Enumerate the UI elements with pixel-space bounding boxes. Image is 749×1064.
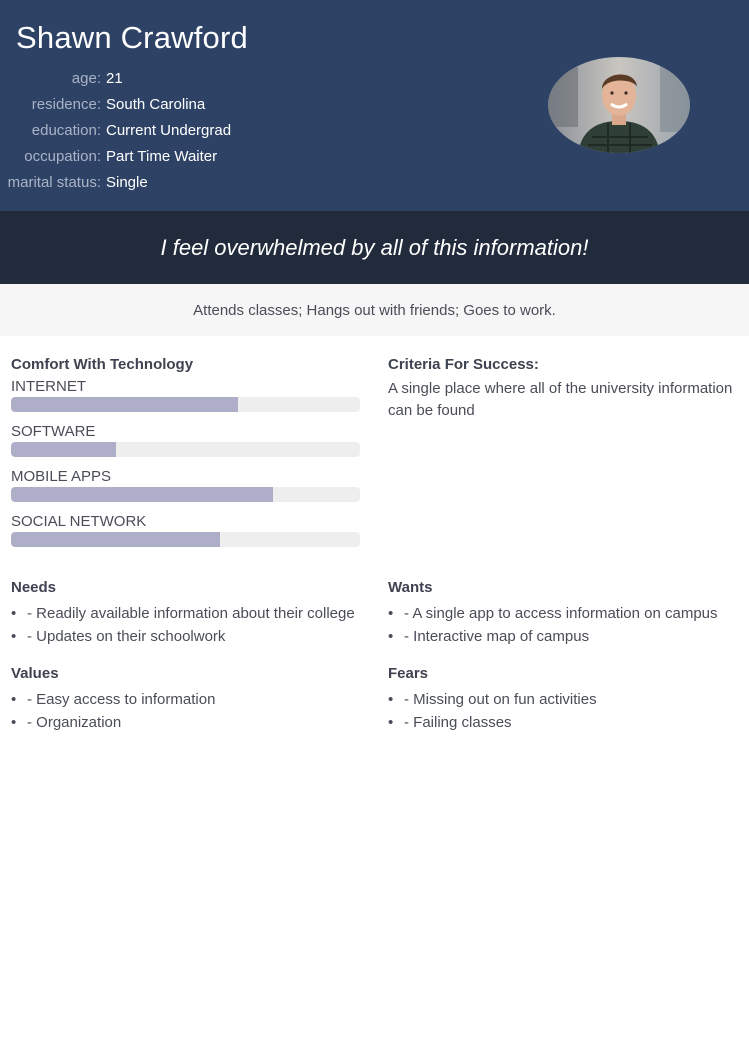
skill-bar-track [11, 532, 360, 547]
criteria-section: Criteria For Success: A single place whe… [388, 355, 738, 422]
info-row-marital-status: marital status: Single [0, 169, 231, 195]
list-item: - Interactive map of campus [388, 625, 738, 648]
list-item: - Organization [11, 711, 360, 734]
skill-mobile-apps: MOBILE APPS [11, 467, 360, 502]
skill-label: MOBILE APPS [11, 468, 112, 485]
info-row-education: education: Current Undergrad [0, 117, 231, 143]
list-item: - Readily available information about th… [11, 602, 360, 625]
comfort-title: Comfort With Technology [11, 356, 194, 373]
info-label: marital status: [7, 173, 101, 191]
info-label: age: [71, 69, 101, 87]
comfort-section: Comfort With Technology INTERNET SOFTWAR… [11, 355, 360, 557]
info-label: occupation: [24, 147, 101, 165]
skill-bar-fill [11, 532, 221, 547]
avatar-illustration [548, 57, 690, 153]
persona-activities: Attends classes; Hangs out with friends;… [193, 301, 556, 319]
skill-label: INTERNET [11, 378, 86, 395]
info-value: Single [106, 173, 148, 191]
skill-bar-fill [11, 397, 238, 412]
needs-section: Needs - Readily available information ab… [11, 578, 360, 648]
fears-section: Fears - Missing out on fun activities - … [388, 664, 738, 734]
list-item: - Easy access to information [11, 688, 360, 711]
info-value: Current Undergrad [106, 121, 232, 139]
needs-title: Needs [11, 579, 57, 596]
info-row-residence: residence: South Carolina [0, 91, 231, 117]
info-label: education: [31, 121, 101, 139]
skill-bar-fill [11, 442, 116, 457]
activities-band: Attends classes; Hangs out with friends;… [0, 284, 749, 336]
skill-label: SOCIAL NETWORK [11, 513, 147, 530]
fears-list: - Missing out on fun activities - Failin… [388, 688, 738, 734]
info-value: 21 [106, 69, 123, 87]
list-item: - Missing out on fun activities [388, 688, 738, 711]
wants-section: Wants - A single app to access informati… [388, 578, 738, 648]
needs-list: - Readily available information about th… [11, 602, 360, 648]
avatar-photo [548, 57, 690, 153]
skill-bar-track [11, 442, 360, 457]
skill-internet: INTERNET [11, 377, 360, 412]
fears-title: Fears [388, 665, 429, 682]
info-row-occupation: occupation: Part Time Waiter [0, 143, 231, 169]
skill-bar-track [11, 487, 360, 502]
info-value: South Carolina [106, 95, 206, 113]
persona-info: age: 21 residence: South Carolina educat… [0, 65, 231, 195]
wants-title: Wants [388, 579, 433, 596]
skill-bar-track [11, 397, 360, 412]
persona-name: Shawn Crawford [16, 20, 248, 55]
list-item: - Failing classes [388, 711, 738, 734]
skill-label: SOFTWARE [11, 423, 96, 440]
wants-list: - A single app to access information on … [388, 602, 738, 648]
persona-header: Shawn Crawford age: 21 residence: South … [0, 0, 749, 211]
values-list: - Easy access to information - Organizat… [11, 688, 360, 734]
values-section: Values - Easy access to information - Or… [11, 664, 360, 734]
values-title: Values [11, 665, 59, 682]
quote-band: I feel overwhelmed by all of this inform… [0, 211, 749, 284]
criteria-text: A single place where all of the universi… [388, 380, 733, 419]
list-item: - A single app to access information on … [388, 602, 738, 625]
skill-bar-fill [11, 487, 273, 502]
info-value: Part Time Waiter [106, 147, 218, 165]
list-item: - Updates on their schoolwork [11, 625, 360, 648]
info-row-age: age: 21 [0, 65, 231, 91]
criteria-title: Criteria For Success: [388, 356, 539, 373]
persona-quote: I feel overwhelmed by all of this inform… [160, 234, 589, 260]
skill-software: SOFTWARE [11, 422, 360, 457]
info-label: residence: [31, 95, 101, 113]
skill-social-network: SOCIAL NETWORK [11, 512, 360, 547]
